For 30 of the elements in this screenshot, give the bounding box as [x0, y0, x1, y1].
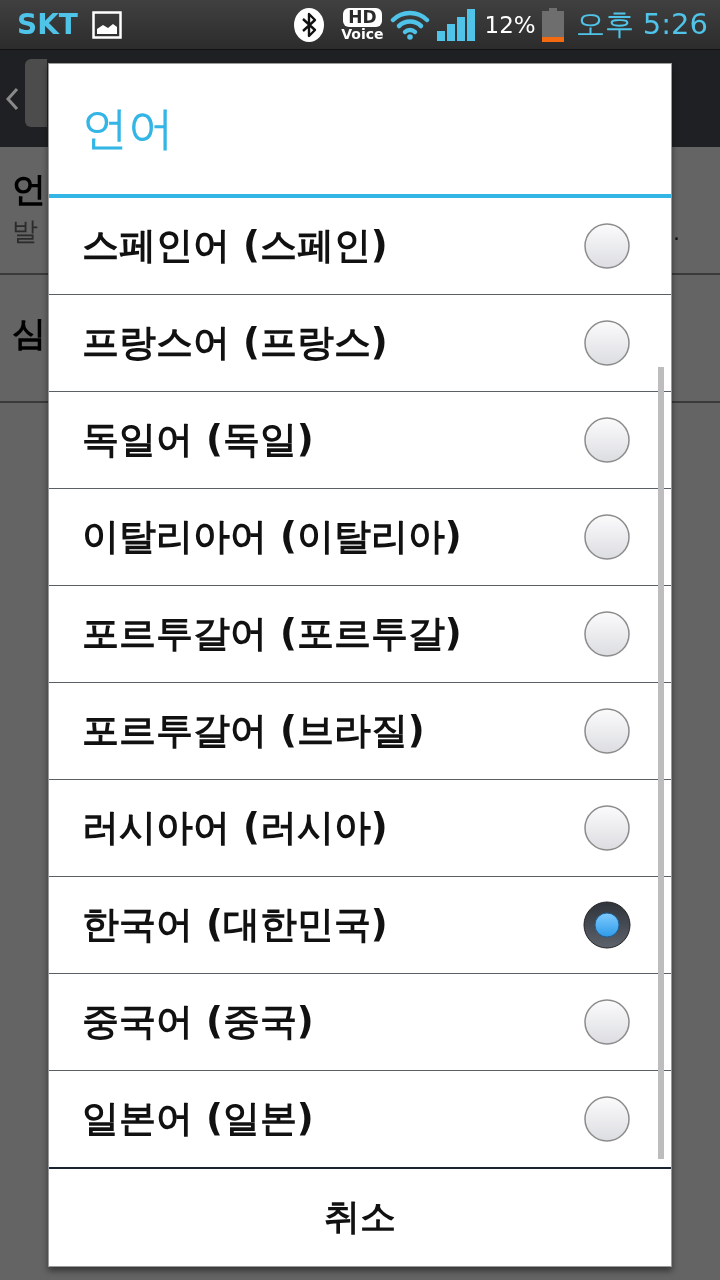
signal-icon: [436, 8, 477, 41]
hd-badge: HD: [343, 7, 382, 27]
ellipsis-text: .: [673, 219, 680, 247]
radio-button[interactable]: [583, 901, 631, 949]
battery-percent: 12%: [484, 11, 536, 38]
setting-title: 심: [12, 312, 46, 355]
setting-title: 언: [12, 168, 46, 211]
setting-summary: 발: [12, 215, 38, 248]
voice-label: Voice: [341, 26, 384, 42]
app-tile-icon[interactable]: [25, 58, 47, 127]
radio-button[interactable]: [583, 416, 631, 464]
clock: 오후 5:26: [575, 5, 708, 43]
radio-button[interactable]: [583, 998, 631, 1046]
dialog-title: 언어: [49, 64, 671, 198]
language-option[interactable]: 스페인어 (스페인): [49, 198, 671, 294]
radio-button[interactable]: [583, 222, 631, 270]
language-option[interactable]: 프랑스어 (프랑스): [49, 294, 671, 391]
radio-button[interactable]: [583, 513, 631, 561]
cancel-button[interactable]: 취소: [49, 1169, 671, 1266]
radio-button[interactable]: [583, 610, 631, 658]
radio-button[interactable]: [583, 707, 631, 755]
bluetooth-icon: [294, 7, 325, 42]
image-icon: [91, 10, 122, 39]
radio-button[interactable]: [583, 319, 631, 367]
radio-button[interactable]: [583, 804, 631, 852]
chevron-left-icon[interactable]: [5, 86, 19, 111]
carrier-label: SKT: [17, 8, 78, 41]
battery-icon: [541, 7, 564, 42]
radio-button[interactable]: [583, 1095, 631, 1143]
wifi-icon: [389, 9, 430, 40]
